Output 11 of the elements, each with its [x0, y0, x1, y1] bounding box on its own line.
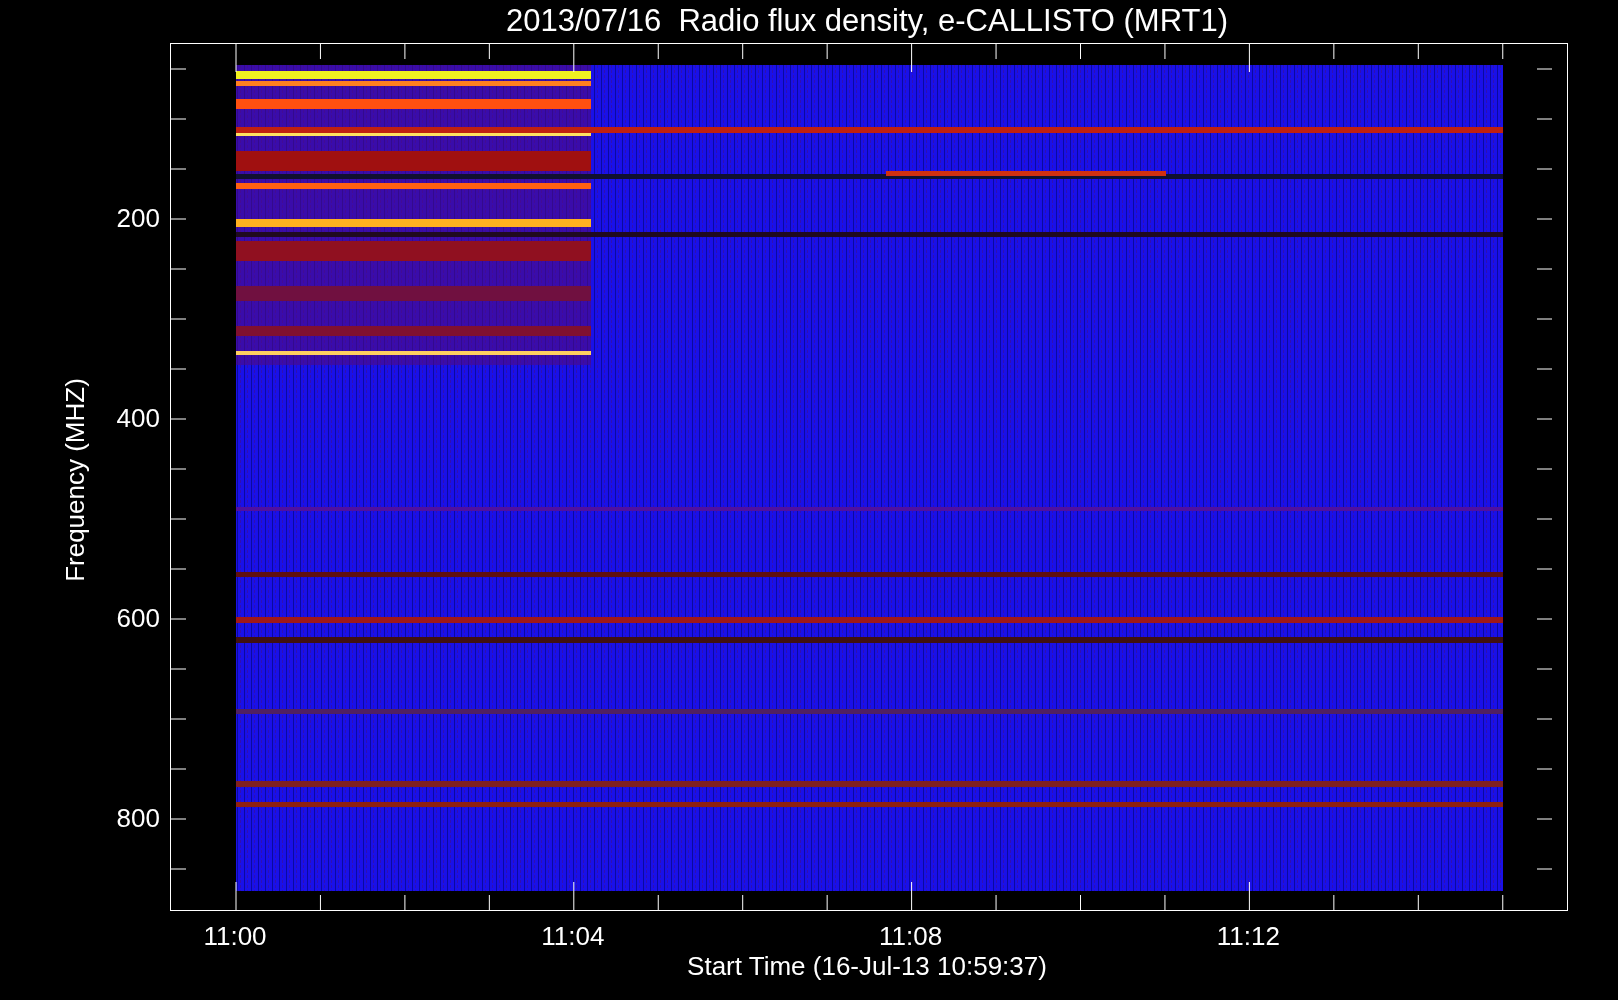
y-tick-label: 200 — [115, 203, 160, 233]
x-tick-label: 11:08 — [878, 921, 944, 951]
y-tick-label: 800 — [115, 803, 160, 833]
x-tick-label: 11:12 — [1215, 921, 1281, 951]
y-axis-label: Frequency (MHZ) — [60, 377, 90, 584]
x-axis-label: Start Time (16-Jul-13 10:59:37) — [687, 950, 1047, 982]
y-tick-label: 400 — [115, 403, 160, 433]
chart-title: 2013/07/16 Radio flux density, e-CALLISTO (MRT1) — [506, 2, 1228, 40]
x-tick-label: 11:04 — [540, 921, 606, 951]
y-tick-label: 600 — [115, 603, 160, 633]
x-tick-label: 11:00 — [202, 921, 268, 951]
